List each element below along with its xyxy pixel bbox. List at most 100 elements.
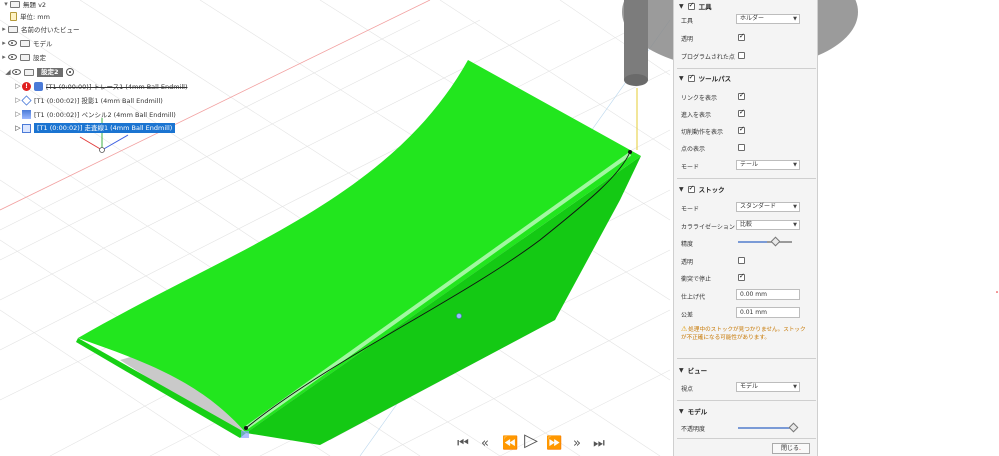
toolpath-mode-label: モード (681, 164, 700, 171)
stock-warning: ⚠処理中のストックが見つかりません。ストックが不正確になる可能性があります。 (681, 325, 811, 342)
chevron-right-icon[interactable]: ▷ (14, 110, 22, 118)
chevron-right-icon[interactable]: ▷ (14, 124, 22, 132)
chevron-right-icon[interactable]: ▸ (0, 53, 8, 61)
setup-label: 設定2 (37, 67, 63, 77)
scallop-operation-icon (22, 123, 31, 133)
chevron-right-icon[interactable]: ▷ (14, 82, 22, 90)
units-label: 単位: mm (20, 13, 50, 21)
3d-viewport[interactable] (0, 0, 999, 456)
stock-section-title: ストック (698, 186, 725, 194)
opacity-slider-thumb[interactable] (788, 422, 799, 433)
toolpath-start-point (244, 426, 248, 430)
view-section-header[interactable]: ▼ ビュー (674, 364, 819, 376)
close-button[interactable]: 閉じる. (772, 443, 810, 454)
close-button-label: 閉じる (781, 445, 800, 452)
section-divider (677, 178, 816, 179)
tool-select-value: ホルダー (740, 15, 765, 22)
dropdown-arrow-icon: ▼ (793, 204, 797, 210)
operation-row[interactable]: ▷ [T1 (0:00:02)] 投影1 (4mm Ball Endmill) (14, 94, 163, 106)
model-label: モデル (33, 40, 53, 48)
accuracy-slider-thumb[interactable] (770, 236, 781, 247)
chevron-down-icon[interactable]: ▾ (2, 0, 10, 8)
operation-row[interactable]: ▷ ! [T1 (0:00:00)] トレース1 (4mm Ball Endmi… (14, 80, 187, 92)
viewpoint-select[interactable]: モデル ▼ (736, 382, 800, 392)
stock-corner-marker (241, 431, 249, 438)
stock-transparent-checkbox[interactable] (738, 257, 745, 264)
chevron-right-icon[interactable]: ▸ (0, 39, 8, 47)
next-step-button[interactable]: » (570, 437, 584, 451)
model-section-header[interactable]: ▼ モデル (674, 405, 819, 417)
model-row[interactable]: ▸ モデル (0, 37, 53, 49)
viewpoint-label: 視点 (681, 386, 694, 393)
tool-tip (624, 74, 648, 86)
stock-mode-select[interactable]: スタンダード ▼ (736, 202, 800, 212)
programmed-point-checkbox[interactable] (738, 52, 745, 59)
folder-icon (20, 39, 30, 47)
opacity-slider-fill (738, 427, 794, 429)
step-forward-button[interactable]: ⏩ (546, 437, 562, 451)
eye-icon[interactable] (8, 54, 17, 60)
collapse-triangle-icon[interactable]: ▼ (679, 3, 684, 10)
toolpath-section-checkbox[interactable] (687, 73, 695, 82)
chevron-down-icon[interactable]: ◢ (4, 68, 12, 76)
show-leads-checkbox[interactable] (738, 108, 745, 117)
stop-on-collision-checkbox[interactable] (738, 272, 745, 281)
named-views-row[interactable]: ▸ 名前の付いたビュー (0, 23, 79, 35)
tool-select[interactable]: ホルダー ▼ (736, 14, 800, 24)
collapse-triangle-icon[interactable]: ▼ (679, 186, 684, 193)
show-points-checkbox[interactable] (738, 144, 745, 151)
folder-icon (24, 68, 34, 76)
section-divider (677, 68, 816, 69)
tool-section-title: 工具 (698, 3, 712, 11)
stock-mode-label: モード (681, 206, 700, 213)
tool-transparent-label: 透明 (681, 36, 694, 43)
toolpath-midpoint-marker[interactable] (456, 313, 462, 319)
step-backward-button[interactable]: ⏪ (502, 437, 518, 451)
operation-label: [T1 (0:00:02)] 投影1 (4mm Ball Endmill) (34, 97, 163, 105)
colorization-select[interactable]: 比較 ▼ (736, 220, 800, 230)
stock-warning-text: 処理中のストックが見つかりません。ストックが不正確になる可能性があります。 (681, 327, 806, 341)
collapse-triangle-icon[interactable]: ▼ (679, 75, 684, 82)
setup-row[interactable]: ◢ 設定2 (4, 66, 74, 78)
toolpath-section-header[interactable]: ▼ ツールパス (674, 72, 819, 84)
play-button[interactable]: ▷ (524, 432, 538, 450)
tool-section-header[interactable]: ▼ 工具 (674, 0, 819, 12)
section-divider (677, 438, 816, 439)
stock-transparent-label: 透明 (681, 259, 694, 266)
tool-transparent-checkbox[interactable] (738, 32, 745, 41)
project-operation-icon (21, 94, 32, 106)
stock-mode-value: スタンダード (740, 203, 777, 210)
eye-icon[interactable] (8, 40, 17, 46)
tool-section-checkbox[interactable] (687, 1, 695, 10)
accuracy-label: 精度 (681, 241, 694, 248)
tolerance-label: 公差 (681, 312, 694, 319)
go-to-end-button[interactable]: ⏭ (592, 437, 606, 451)
settings-row[interactable]: ▸ 設定 (0, 51, 46, 63)
operation-row[interactable]: ▷ [T1 (0:00:02)] ペンシル2 (4mm Ball Endmill… (14, 108, 176, 120)
show-cutting-checkbox[interactable] (738, 125, 745, 134)
show-links-checkbox[interactable] (738, 91, 745, 100)
dropdown-arrow-icon: ▼ (793, 162, 797, 168)
operation-row-selected[interactable]: ▷ [T1 (0:00:02)] 走査線1 (4mm Ball Endmill) (14, 122, 176, 134)
programmed-point-label: プログラムされた点 (681, 54, 735, 61)
collapse-triangle-icon[interactable]: ▼ (679, 408, 684, 415)
colorization-label: カラライゼーション (681, 224, 735, 231)
viewport-canvas[interactable] (0, 0, 999, 456)
tool-shank (624, 0, 648, 80)
chevron-right-icon[interactable]: ▸ (0, 25, 8, 33)
active-setup-icon[interactable] (65, 68, 74, 76)
units-icon (10, 11, 17, 21)
document-row[interactable]: ▾ 無題 v2 (2, 0, 46, 10)
stock-section-checkbox[interactable] (687, 184, 695, 193)
previous-step-button[interactable]: « (478, 437, 492, 451)
show-links-label: リンクを表示 (681, 95, 718, 102)
toolpath-mode-select[interactable]: テール ▼ (736, 160, 800, 170)
finish-allowance-input[interactable]: 0.00 mm (736, 289, 800, 300)
stock-section-header[interactable]: ▼ ストック (674, 183, 819, 195)
go-to-start-button[interactable]: ⏮ (456, 437, 470, 451)
units-row[interactable]: 単位: mm (10, 10, 50, 22)
collapse-triangle-icon[interactable]: ▼ (679, 367, 684, 374)
show-cutting-label: 切削動作を表示 (681, 129, 724, 136)
eye-icon[interactable] (12, 69, 21, 75)
tolerance-input[interactable]: 0.01 mm (736, 307, 800, 318)
